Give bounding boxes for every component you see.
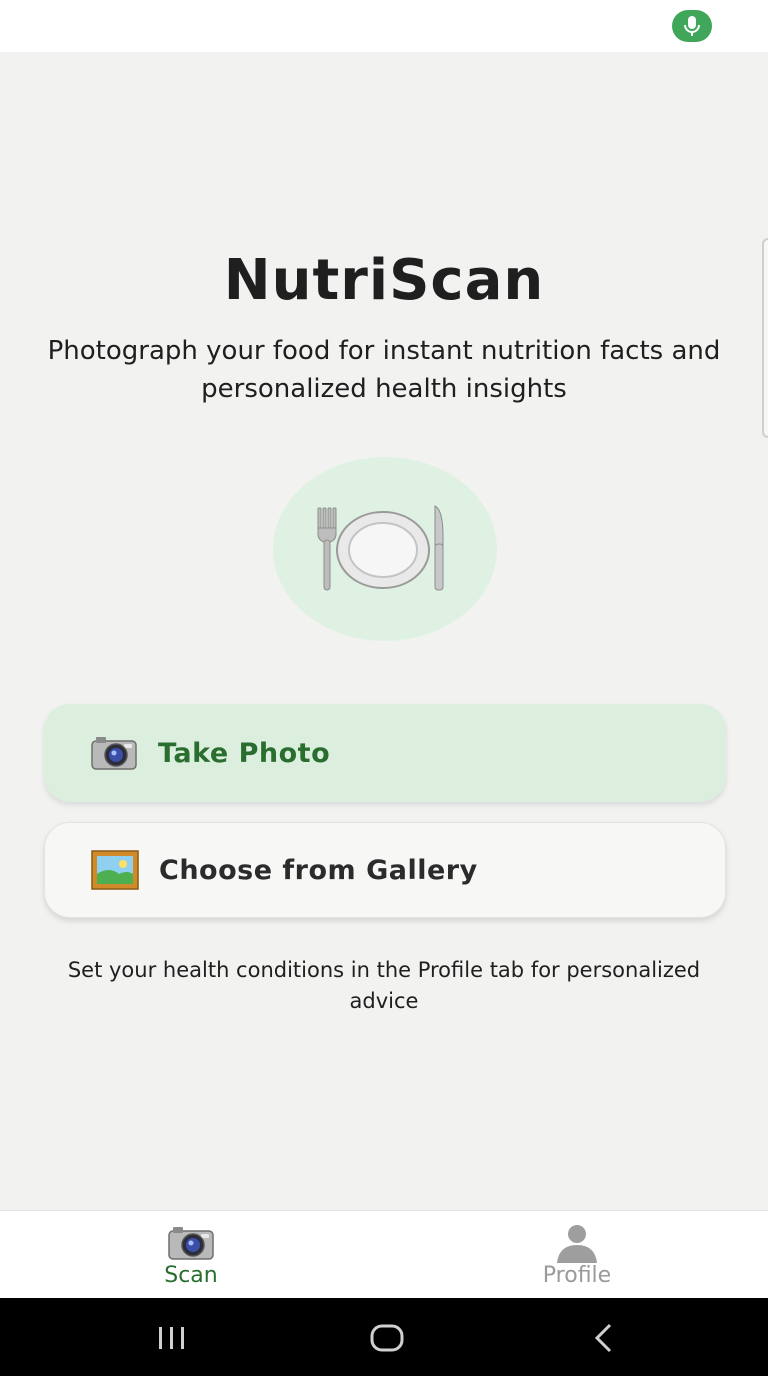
hero-illustration — [273, 457, 497, 641]
camera-icon — [168, 1227, 214, 1260]
home-icon[interactable] — [367, 1318, 407, 1358]
fork-knife-plate-icon — [317, 505, 444, 591]
back-icon[interactable] — [584, 1318, 624, 1358]
system-navigation-bar — [0, 1298, 768, 1376]
status-bar — [0, 0, 768, 52]
tab-scan[interactable]: Scan — [111, 1223, 271, 1288]
user-silhouette-icon — [557, 1225, 597, 1263]
tab-scan-label: Scan — [164, 1263, 218, 1288]
tab-profile[interactable]: Profile — [497, 1223, 657, 1288]
app-title: NutriScan — [223, 248, 545, 313]
take-photo-button[interactable]: Take Photo — [44, 704, 726, 802]
microphone-in-use-icon — [672, 10, 712, 42]
profile-hint-text: Set your health conditions in the Profil… — [67, 958, 701, 1013]
choose-from-gallery-label: Choose from Gallery — [159, 854, 478, 886]
app-subtitle: Photograph your food for instant nutriti… — [47, 336, 721, 404]
camera-icon — [91, 737, 137, 770]
take-photo-label: Take Photo — [158, 737, 331, 769]
framed-picture-icon — [91, 850, 139, 890]
recent-apps-icon[interactable] — [152, 1318, 192, 1358]
choose-from-gallery-button[interactable]: Choose from Gallery — [44, 822, 726, 918]
tab-profile-label: Profile — [542, 1263, 612, 1288]
bottom-tab-bar: Scan Profile — [0, 1210, 768, 1298]
